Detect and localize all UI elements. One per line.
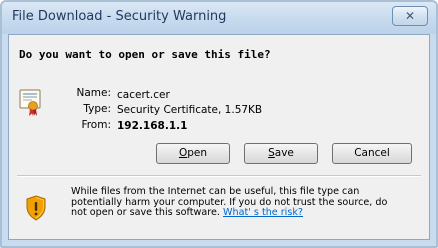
certificate-icon xyxy=(19,89,41,116)
from-value: 192.168.1.1 xyxy=(117,120,188,132)
whats-the-risk-link[interactable]: What' s the risk? xyxy=(223,207,303,218)
dialog-question: Do you want to open or save this file? xyxy=(19,48,271,61)
separator xyxy=(17,175,421,177)
save-mnemonic: S xyxy=(268,147,275,159)
warning-line-3-text: not open or save this software. xyxy=(71,207,220,218)
dialog-body: Do you want to open or save this file? N… xyxy=(8,34,430,240)
close-icon: ✕ xyxy=(404,9,416,23)
cancel-label: Cancel xyxy=(354,147,390,159)
shield-warning-icon xyxy=(26,195,46,221)
open-label-rest: pen xyxy=(187,147,208,159)
open-mnemonic: O xyxy=(178,147,188,159)
security-warning-dialog: File Download - Security Warning ✕ Do yo… xyxy=(0,0,438,248)
close-button[interactable]: ✕ xyxy=(392,6,428,26)
open-button[interactable]: Open xyxy=(156,143,230,164)
from-label: From: xyxy=(81,119,111,131)
window-title: File Download - Security Warning xyxy=(12,9,227,24)
type-label: Type: xyxy=(83,103,111,115)
title-bar[interactable]: File Download - Security Warning ✕ xyxy=(2,2,436,34)
cancel-button[interactable]: Cancel xyxy=(332,143,412,164)
save-label-rest: ave xyxy=(274,147,294,159)
warning-line-3: not open or save this software. What' s … xyxy=(71,207,423,219)
name-label: Name: xyxy=(76,87,111,99)
save-button[interactable]: Save xyxy=(244,143,318,164)
warning-message: While files from the Internet can be use… xyxy=(71,186,423,219)
name-value: cacert.cer xyxy=(117,89,170,101)
warning-line-1: While files from the Internet can be use… xyxy=(71,186,360,197)
type-value: Security Certificate, 1.57KB xyxy=(117,104,263,116)
